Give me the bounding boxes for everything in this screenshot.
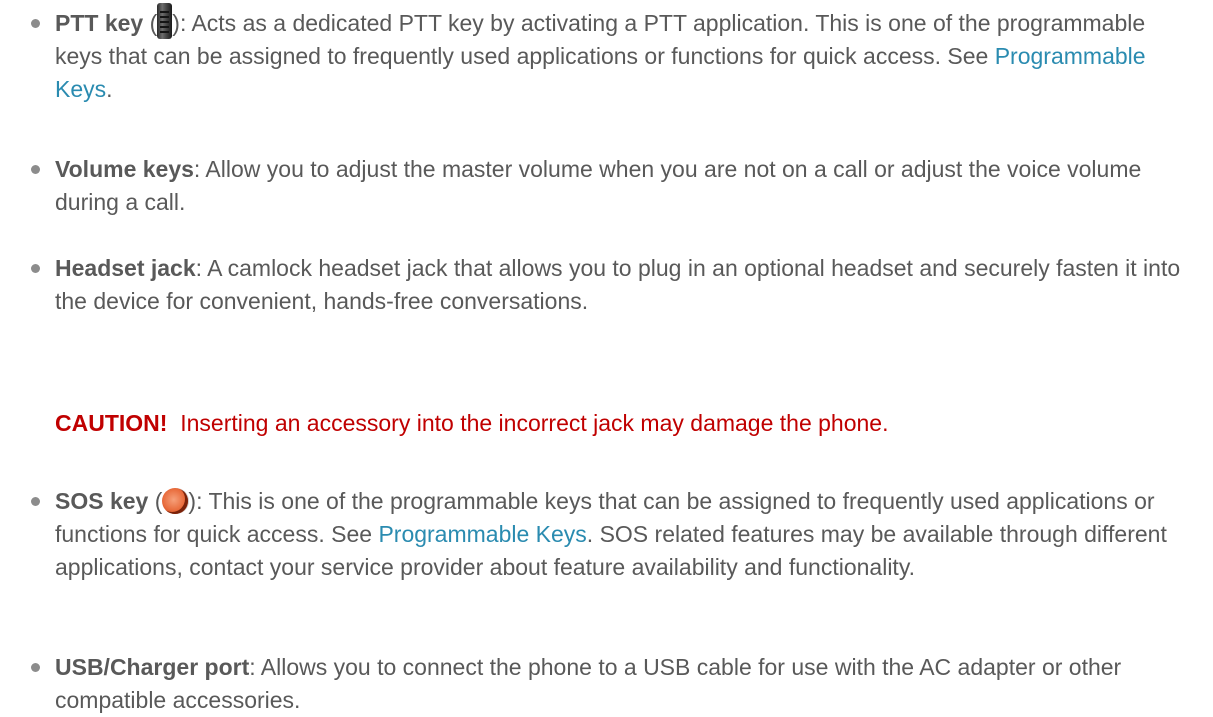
headset-jack-paragraph: Headset jack: A camlock headset jack tha… — [55, 252, 1185, 318]
volume-keys-description: : Allow you to adjust the master volume … — [55, 156, 1142, 215]
volume-keys-term: Volume keys — [55, 156, 194, 182]
ptt-key-description: Acts as a dedicated PTT key by activatin… — [55, 10, 1146, 69]
paren-close: ): — [188, 488, 209, 514]
paren-close: ): — [172, 10, 192, 36]
ptt-key-icon — [157, 2, 173, 39]
sos-key-term: SOS key — [55, 488, 149, 514]
headset-jack-term: Headset jack — [55, 255, 196, 281]
paren-open: ( — [143, 10, 158, 36]
sos-key-icon — [162, 487, 189, 514]
ptt-key-term: PTT key — [55, 10, 144, 36]
bullet — [31, 264, 40, 273]
bullet — [31, 19, 40, 28]
bullet — [31, 165, 40, 174]
caution-label: CAUTION! — [55, 410, 168, 436]
caution-text: Inserting an accessory into the incorrec… — [180, 410, 889, 436]
usb-charger-port-term: USB/Charger port — [55, 654, 250, 680]
period: . — [106, 76, 113, 102]
caution-note: CAUTION! Inserting an accessory into the… — [55, 407, 889, 440]
programmable-keys-link[interactable]: Programmable Keys — [378, 521, 586, 547]
bullet — [31, 663, 40, 672]
sos-key-paragraph: SOS key (): This is one of the programma… — [55, 485, 1185, 584]
bullet — [31, 497, 40, 506]
ptt-key-paragraph: PTT key (): Acts as a dedicated PTT key … — [55, 2, 1185, 106]
headset-jack-description: : A camlock headset jack that allows you… — [55, 255, 1181, 314]
paren-open: ( — [148, 488, 163, 514]
usb-charger-port-paragraph: USB/Charger port: Allows you to connect … — [55, 651, 1185, 717]
volume-keys-paragraph: Volume keys: Allow you to adjust the mas… — [55, 153, 1185, 219]
